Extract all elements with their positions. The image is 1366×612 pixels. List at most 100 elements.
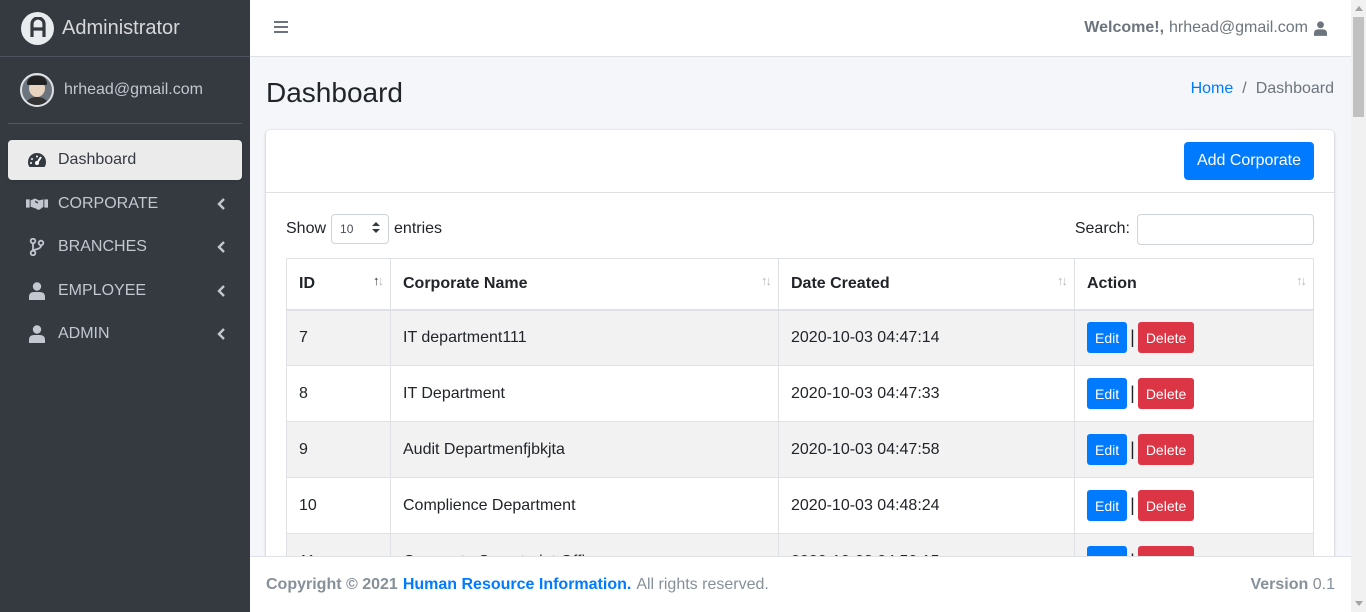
cell-corporate-name: IT Department: [390, 365, 779, 422]
sidebar-item-label: EMPLOYEE: [58, 281, 147, 299]
action-separator: |: [1130, 495, 1135, 515]
datatable-search: Search:: [1074, 213, 1314, 245]
hamburger-menu-icon[interactable]: [274, 20, 288, 36]
sort-asc-icon: ↑↓: [373, 273, 384, 288]
breadcrumb-separator: /: [1242, 80, 1247, 97]
show-label: Show: [286, 220, 327, 237]
brand-link[interactable]: Administrator: [0, 0, 250, 57]
avatar: [20, 73, 54, 107]
entries-select-value: 10: [340, 222, 354, 236]
sidebar-nav: Dashboard CORPORATE BRANCHES EMPLOYEE AD…: [0, 140, 250, 354]
corporate-table: ID ↑↓ Corporate Name ↑↓ Date Created ↑↓ Act…: [286, 258, 1314, 590]
delete-button[interactable]: Delete: [1137, 490, 1195, 521]
sidebar-item-label: CORPORATE: [58, 194, 159, 212]
version-label: Version: [1250, 575, 1309, 593]
tachometer-icon: [26, 152, 48, 168]
brand-logo-icon: [21, 11, 54, 45]
cell-id: 9: [286, 421, 391, 478]
sort-icon: ↑↓: [761, 273, 772, 288]
table-header-row: ID ↑↓ Corporate Name ↑↓ Date Created ↑↓ Act…: [286, 258, 1314, 311]
user-icon: [26, 325, 48, 343]
sidebar-item-branches[interactable]: BRANCHES: [8, 227, 242, 267]
breadcrumb: Home / Dashboard: [1191, 80, 1334, 98]
table-row: 8 IT Department 2020-10-03 04:47:33 Edit…: [286, 365, 1314, 422]
user-panel-email[interactable]: hrhead@gmail.com: [64, 81, 203, 99]
datatable-controls: Show 10 entries Search:: [286, 213, 1314, 245]
scrollbar-thumb[interactable]: [1353, 17, 1364, 117]
branch-icon: [26, 238, 48, 256]
search-input[interactable]: [1137, 213, 1314, 245]
entries-select[interactable]: 10: [331, 214, 390, 244]
cell-id: 7: [286, 309, 391, 366]
table-row: 10 Complience Department 2020-10-03 04:4…: [286, 477, 1314, 534]
breadcrumb-current: Dashboard: [1255, 80, 1334, 97]
select-arrows-icon: [372, 222, 381, 236]
corporate-card: Add Corporate Show 10 entries Search: ID…: [266, 130, 1334, 610]
cell-date-created: 2020-10-03 04:48:24: [778, 477, 1075, 534]
cell-corporate-name: Audit Departmenfjbkjta: [390, 421, 779, 478]
cell-date-created: 2020-10-03 04:47:14: [778, 309, 1075, 366]
cell-corporate-name: IT department111: [390, 309, 779, 366]
sidebar-item-label: Dashboard: [58, 151, 137, 168]
sidebar-item-employee[interactable]: EMPLOYEE: [8, 271, 242, 311]
entries-length: Show 10 entries: [286, 214, 442, 244]
chevron-left-icon: [216, 328, 226, 340]
column-header-corporate-name[interactable]: Corporate Name ↑↓: [390, 258, 779, 311]
footer-rights: All rights reserved.: [636, 575, 769, 593]
edit-button[interactable]: Edit: [1087, 434, 1128, 465]
cell-action: Edit | Delete: [1074, 309, 1314, 366]
entries-label: entries: [394, 220, 443, 237]
action-separator: |: [1130, 439, 1135, 459]
sidebar-item-dashboard[interactable]: Dashboard: [8, 140, 242, 180]
welcome-email: hrhead@gmail.com: [1169, 19, 1308, 36]
cell-corporate-name: Complience Department: [390, 477, 779, 534]
footer-link[interactable]: Human Resource Information.: [403, 576, 631, 594]
chevron-left-icon: [216, 197, 226, 210]
welcome-user-menu[interactable]: Welcome!, hrhead@gmail.com: [1084, 19, 1327, 37]
column-header-action[interactable]: Action ↑↓: [1074, 258, 1314, 311]
cell-action: Edit | Delete: [1074, 365, 1314, 422]
sidebar-item-corporate[interactable]: CORPORATE: [8, 184, 242, 224]
cell-date-created: 2020-10-03 04:47:58: [778, 421, 1075, 478]
sort-icon: ↑↓: [1296, 273, 1307, 288]
edit-button[interactable]: Edit: [1087, 490, 1128, 521]
welcome-label: Welcome!,: [1084, 19, 1165, 36]
cell-date-created: 2020-10-03 04:47:33: [778, 365, 1075, 422]
add-corporate-button[interactable]: Add Corporate: [1183, 142, 1314, 180]
edit-button[interactable]: Edit: [1087, 322, 1128, 354]
delete-button[interactable]: Delete: [1137, 378, 1195, 409]
content-header: Dashboard Home / Dashboard: [266, 57, 1334, 129]
column-header-id[interactable]: ID ↑↓: [286, 258, 391, 311]
sidebar-item-admin[interactable]: ADMIN: [8, 314, 242, 354]
page-scrollbar[interactable]: [1351, 0, 1366, 612]
table-row: 7 IT department111 2020-10-03 04:47:14 E…: [286, 309, 1314, 366]
chevron-left-icon: [216, 284, 226, 297]
edit-button[interactable]: Edit: [1087, 378, 1128, 409]
breadcrumb-home-link[interactable]: Home: [1191, 80, 1234, 98]
action-separator: |: [1130, 383, 1135, 403]
user-panel[interactable]: hrhead@gmail.com: [8, 57, 242, 124]
scroll-up-arrow-icon[interactable]: [1351, 0, 1366, 17]
cell-id: 8: [286, 365, 391, 422]
user-icon: [1314, 20, 1327, 36]
chevron-left-icon: [216, 241, 226, 253]
cell-id: 10: [286, 477, 391, 534]
action-separator: |: [1130, 327, 1135, 348]
footer: Copyright © 2021 Human Resource Informat…: [250, 556, 1351, 612]
search-label: Search:: [1074, 220, 1130, 237]
page-title: Dashboard: [266, 77, 403, 108]
top-navbar: Welcome!, hrhead@gmail.com: [250, 0, 1351, 57]
scroll-down-arrow-icon[interactable]: [1351, 595, 1366, 612]
table-row: 9 Audit Departmenfjbkjta 2020-10-03 04:4…: [286, 421, 1314, 478]
column-header-date-created[interactable]: Date Created ↑↓: [778, 258, 1075, 311]
user-icon: [26, 281, 48, 300]
sidebar-item-label: ADMIN: [58, 325, 110, 342]
handshake-icon: [26, 196, 48, 212]
footer-version: Version 0.1: [1250, 576, 1335, 594]
cell-action: Edit | Delete: [1074, 477, 1314, 534]
delete-button[interactable]: Delete: [1137, 322, 1195, 354]
cell-action: Edit | Delete: [1074, 421, 1314, 478]
delete-button[interactable]: Delete: [1137, 434, 1195, 465]
card-header: Add Corporate: [266, 130, 1334, 193]
sidebar: Administrator hrhead@gmail.com Dashboard…: [0, 0, 250, 612]
